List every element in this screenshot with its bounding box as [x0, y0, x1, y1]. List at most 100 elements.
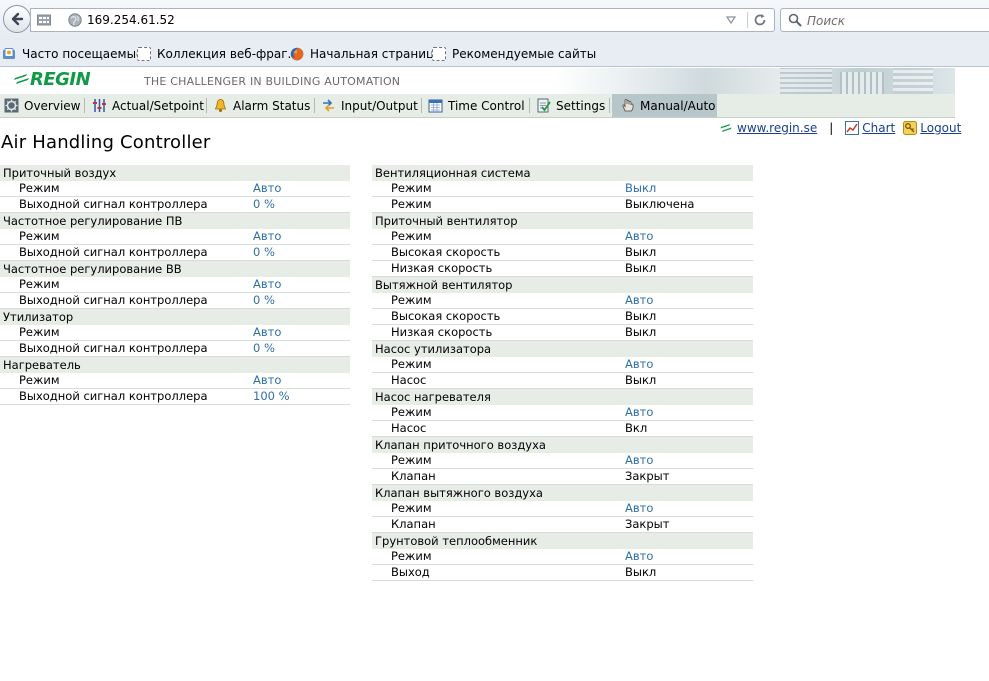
row-value-link[interactable]: Выкл [625, 181, 656, 196]
tab-separator [84, 98, 85, 113]
group-header: Грунтовой теплообменник [372, 533, 753, 549]
bookmark-home-page[interactable]: Начальная страница [290, 45, 442, 62]
group-header: Частотное регулирование ВВ [0, 261, 350, 277]
group-supply-air: Приточный воздух Режим Авто Выходной сигн… [0, 165, 350, 213]
row-value-link[interactable]: Авто [253, 181, 281, 196]
bookmark-most-visited[interactable]: Часто посещаемые [2, 45, 143, 62]
bookmark-web-slices[interactable]: Коллекция веб-фраг... [137, 45, 299, 62]
tab-manual-auto[interactable]: Manual/Auto [612, 94, 717, 117]
search-placeholder: Поиск [807, 14, 846, 28]
table-row: Режим Авто [0, 181, 350, 197]
group-header: Приточный воздух [0, 165, 350, 181]
row-label: Выходной сигнал контроллера [19, 389, 208, 403]
row-label: Режим [19, 229, 60, 243]
bookmark-label: Коллекция веб-фраг... [157, 46, 299, 61]
group-supply-fan: Приточный вентилятор Режим Авто Высокая с… [372, 213, 753, 277]
arrows-icon [323, 99, 334, 112]
header-links: www.regin.se | Chart Logout [720, 120, 961, 136]
left-status-panel: Приточный воздух Режим Авто Выходной сигн… [0, 165, 350, 405]
app-banner: REGIN THE CHALLENGER IN BUILDING AUTOMAT… [0, 68, 955, 94]
row-value-link[interactable]: Авто [625, 405, 653, 420]
table-row: Низкая скорость Выкл [372, 325, 753, 341]
group-exhaust-damper: Клапан вытяжного воздуха Режим Авто Клапа… [372, 485, 753, 533]
row-value-link[interactable]: Авто [625, 549, 653, 564]
calendar-icon [428, 99, 443, 113]
row-value-link[interactable]: 100 % [253, 389, 290, 404]
table-row: Выходной сигнал контроллера 0 % [0, 293, 350, 309]
url-dropdown-icon[interactable] [725, 14, 737, 26]
globe-icon [68, 13, 82, 27]
row-value: Выкл [625, 373, 657, 387]
table-row: Режим Авто [372, 549, 753, 565]
row-value-link[interactable]: Авто [253, 277, 281, 292]
row-value: Вкл [625, 421, 648, 435]
regin-small-logo-icon [720, 124, 732, 132]
tab-actual-setpoint[interactable]: Actual/Setpoint [92, 94, 204, 117]
tab-settings[interactable]: Settings [536, 94, 605, 117]
row-value-link[interactable]: 0 % [253, 245, 275, 260]
hand-icon [622, 99, 634, 112]
row-value-link[interactable]: 0 % [253, 341, 275, 356]
tab-input-output[interactable]: Input/Output [321, 94, 418, 117]
row-value-link[interactable]: 0 % [253, 293, 275, 308]
group-ground-heat-exchanger: Грунтовой теплообменник Режим Авто Выход В… [372, 533, 753, 581]
row-value: Выкл [625, 565, 657, 579]
row-value-link[interactable]: Авто [253, 325, 281, 340]
group-header: Нагреватель [0, 357, 350, 373]
group-header: Клапан приточного воздуха [372, 437, 753, 453]
search-box[interactable]: Поиск [780, 8, 989, 32]
row-value-link[interactable]: Авто [625, 229, 653, 244]
chart-link[interactable]: Chart [862, 121, 895, 135]
row-label: Клапан [391, 517, 436, 531]
bookmark-suggested-sites[interactable]: Рекомендуемые сайты [432, 45, 596, 62]
row-value-link[interactable]: 0 % [253, 197, 275, 212]
row-label: Низкая скорость [391, 261, 493, 275]
main-tab-bar: Overview Actual/Setpoint Alarm Status In… [0, 94, 955, 118]
group-header: Частотное регулирование ПВ [0, 213, 350, 229]
building-image [893, 68, 933, 94]
table-row: Режим Авто [372, 405, 753, 421]
group-heater-pump: Насос нагревателя Режим Авто Насос Вкл [372, 389, 753, 437]
tab-overview[interactable]: Overview [4, 94, 81, 117]
url-text[interactable]: 169.254.61.52 [87, 13, 175, 27]
row-value-link[interactable]: Авто [625, 293, 653, 308]
bookmark-label: Начальная страница [310, 46, 442, 61]
table-row: Выходной сигнал контроллера 0 % [0, 197, 350, 213]
tab-alarm-status[interactable]: Alarm Status [213, 94, 310, 117]
row-label: Выходной сигнал контроллера [19, 293, 208, 307]
row-label: Режим [391, 197, 432, 211]
table-row: Высокая скорость Выкл [372, 309, 753, 325]
row-label: Режим [391, 405, 432, 419]
row-value-link[interactable]: Авто [253, 373, 281, 388]
group-supply-damper: Клапан приточного воздуха Режим Авто Клап… [372, 437, 753, 485]
address-bar[interactable]: 169.254.61.52 [30, 8, 775, 32]
row-value-link[interactable]: Авто [625, 357, 653, 372]
table-row: Клапан Закрыт [372, 517, 753, 533]
table-row: Насос Вкл [372, 421, 753, 437]
tab-label: Input/Output [341, 98, 418, 113]
row-label: Режим [391, 229, 432, 243]
browser-navbar: 169.254.61.52 Поиск [0, 0, 989, 40]
group-exhaust-fan: Вытяжной вентилятор Режим Авто Высокая ск… [372, 277, 753, 341]
link-separator: | [829, 121, 834, 135]
right-status-panel: Вентиляционная система Режим Выкл Режим Вы… [372, 165, 753, 581]
row-value-link[interactable]: Авто [625, 453, 653, 468]
regin-logo[interactable]: REGIN [30, 69, 91, 90]
row-label: Насос [391, 421, 427, 435]
regin-site-link[interactable]: www.regin.se [737, 121, 817, 135]
back-button[interactable] [3, 5, 31, 33]
key-icon [903, 121, 918, 135]
tab-separator [314, 98, 315, 113]
building-image [840, 72, 884, 94]
table-row: Режим Авто [372, 501, 753, 517]
row-value-link[interactable]: Авто [253, 229, 281, 244]
row-value-link[interactable]: Авто [625, 501, 653, 516]
reload-icon[interactable] [753, 13, 767, 27]
tab-time-control[interactable]: Time Control [428, 94, 525, 117]
history-icon[interactable] [37, 14, 51, 26]
row-label: Выходной сигнал контроллера [19, 341, 208, 355]
logout-link[interactable]: Logout [920, 121, 961, 135]
table-row: Режим Авто [0, 229, 350, 245]
table-row: Режим Авто [0, 277, 350, 293]
bookmarks-toolbar: Часто посещаемые Коллекция веб-фраг... Н… [0, 40, 989, 67]
